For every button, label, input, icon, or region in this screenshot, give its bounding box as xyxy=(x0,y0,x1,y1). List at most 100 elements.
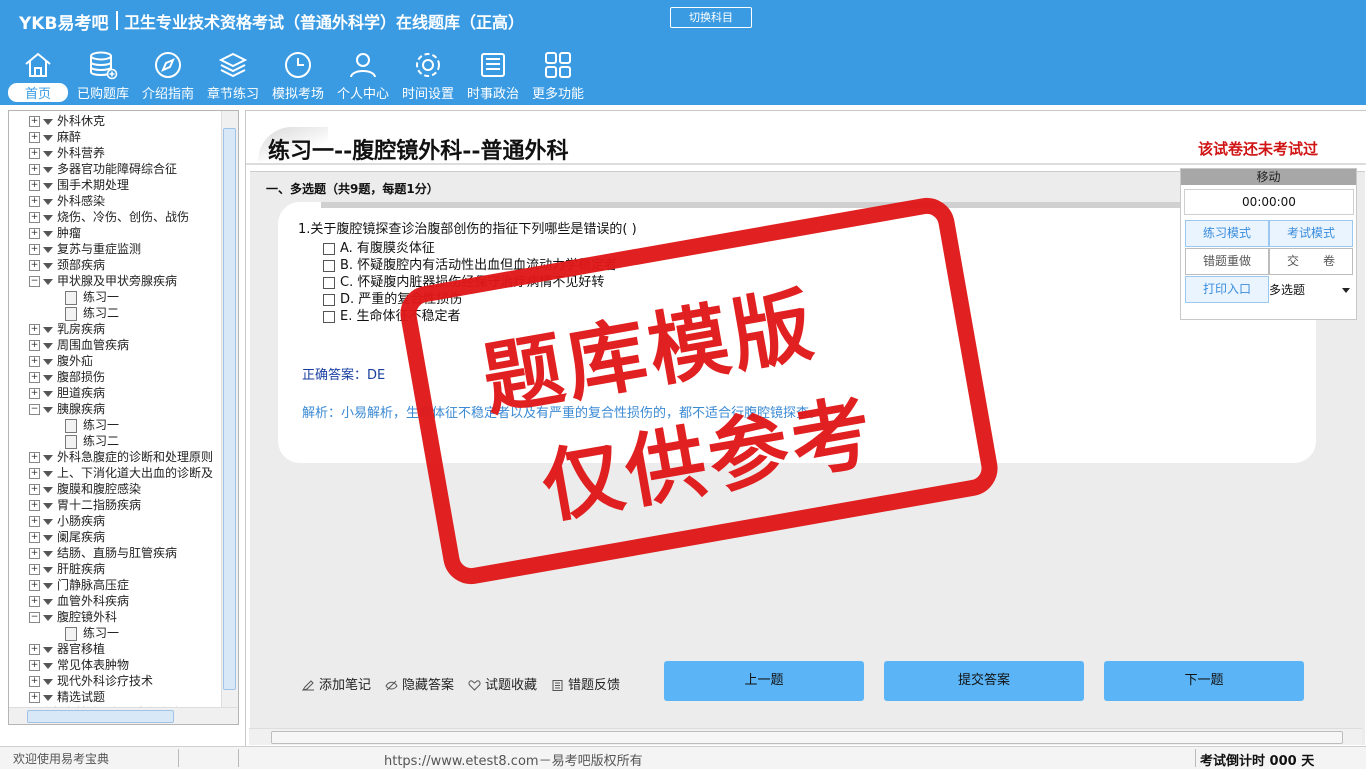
expand-icon[interactable]: + xyxy=(29,180,40,191)
nav-home[interactable]: 首页 xyxy=(8,46,68,104)
tree-node[interactable]: + 腹部损伤 xyxy=(29,369,105,385)
tree-node[interactable]: + 颈部疾病 xyxy=(29,257,105,273)
chapter-tree[interactable]: + 外科休克 + 麻醉 + 外科营养 + 多器官功能障碍综合征 + 围手术期处理 + 外科感染 + 烧伤、… xyxy=(8,110,239,725)
expand-icon[interactable]: + xyxy=(29,484,40,495)
submit-paper-button[interactable]: 交 卷 xyxy=(1269,248,1353,275)
switch-subject-button[interactable]: 切换科目 xyxy=(670,7,752,28)
redo-wrong-button[interactable]: 错题重做 xyxy=(1185,248,1269,275)
expand-icon[interactable]: + xyxy=(29,372,40,383)
add-note-link[interactable]: 添加笔记 xyxy=(302,674,371,693)
tree-node[interactable]: + 结肠、直肠与肛管疾病 xyxy=(29,545,177,561)
tree-node[interactable]: + 乳房疾病 xyxy=(29,321,105,337)
tree-node[interactable]: + 小肠疾病 xyxy=(29,513,105,529)
collapse-icon[interactable]: − xyxy=(29,276,40,287)
expand-icon[interactable]: + xyxy=(29,260,40,271)
tree-node[interactable]: + 腹外疝 xyxy=(29,353,93,369)
tree-node[interactable]: + 肝脏疾病 xyxy=(29,561,105,577)
expand-icon[interactable]: + xyxy=(29,532,40,543)
tree-node[interactable]: + 肿瘤 xyxy=(29,225,81,241)
nav-chapter-practice[interactable]: 章节练习 xyxy=(203,46,263,104)
nav-purchased[interactable]: 已购题库 xyxy=(73,46,133,104)
expand-icon[interactable]: + xyxy=(29,660,40,671)
expand-icon[interactable]: + xyxy=(29,548,40,559)
expand-icon[interactable]: + xyxy=(29,516,40,527)
expand-icon[interactable]: + xyxy=(29,580,40,591)
expand-icon[interactable]: + xyxy=(29,340,40,351)
move-handle[interactable]: 移动 xyxy=(1181,169,1356,185)
expand-icon[interactable]: + xyxy=(29,212,40,223)
question-type-select[interactable]: 多选题 xyxy=(1269,279,1353,301)
scroll-thumb[interactable] xyxy=(27,710,174,723)
tree-node[interactable]: − 胰腺疾病 xyxy=(29,401,105,417)
nav-more[interactable]: 更多功能 xyxy=(528,46,588,104)
expand-icon[interactable]: + xyxy=(29,132,40,143)
scroll-thumb[interactable] xyxy=(271,731,1343,744)
tree-node[interactable]: + 烧伤、冷伤、创伤、战伤 xyxy=(29,209,189,225)
tree-node[interactable]: + 围手术期处理 xyxy=(29,177,129,193)
next-question-button[interactable]: 下一题 xyxy=(1104,661,1304,701)
expand-icon[interactable]: + xyxy=(29,596,40,607)
exam-mode-button[interactable]: 考试模式 xyxy=(1269,220,1353,247)
checkbox[interactable] xyxy=(323,242,335,255)
tree-node[interactable]: + 外科急腹症的诊断和处理原则 xyxy=(29,449,213,465)
collapse-icon[interactable]: − xyxy=(29,404,40,415)
tree-node[interactable]: + 周围血管疾病 xyxy=(29,337,129,353)
scroll-thumb[interactable] xyxy=(223,128,236,690)
practice-mode-button[interactable]: 练习模式 xyxy=(1185,220,1269,247)
tree-node[interactable]: + 外科营养 xyxy=(29,145,105,161)
expand-icon[interactable]: + xyxy=(29,196,40,207)
expand-icon[interactable]: + xyxy=(29,388,40,399)
tree-leaf[interactable]: 练习一 xyxy=(65,289,119,305)
tree-node[interactable]: + 血管外科疾病 xyxy=(29,593,129,609)
tree-node[interactable]: + 多器官功能障碍综合征 xyxy=(29,161,177,177)
tree-node[interactable]: + 复苏与重症监测 xyxy=(29,241,141,257)
checkbox[interactable] xyxy=(323,310,335,323)
submit-answer-button[interactable]: 提交答案 xyxy=(884,661,1084,701)
nav-time-settings[interactable]: 时间设置 xyxy=(398,46,458,104)
tree-node[interactable]: + 外科感染 xyxy=(29,193,105,209)
expand-icon[interactable]: + xyxy=(29,164,40,175)
tree-leaf[interactable]: 练习二 xyxy=(65,305,119,321)
tree-node[interactable]: + 门静脉高压症 xyxy=(29,577,129,593)
expand-icon[interactable]: + xyxy=(29,692,40,703)
checkbox[interactable] xyxy=(323,259,335,272)
prev-question-button[interactable]: 上一题 xyxy=(664,661,864,701)
expand-icon[interactable]: + xyxy=(29,116,40,127)
tree-node[interactable]: − 腹腔镜外科 xyxy=(29,609,117,625)
expand-icon[interactable]: + xyxy=(29,244,40,255)
tree-node[interactable]: + 腹膜和腹腔感染 xyxy=(29,481,141,497)
expand-icon[interactable]: + xyxy=(29,676,40,687)
expand-icon[interactable]: + xyxy=(29,148,40,159)
expand-icon[interactable]: + xyxy=(29,644,40,655)
expand-icon[interactable]: + xyxy=(29,564,40,575)
main-horizontal-scrollbar[interactable] xyxy=(249,728,1362,745)
tree-node[interactable]: + 麻醉 xyxy=(29,129,81,145)
favorite-link[interactable]: 试题收藏 xyxy=(468,674,537,693)
nav-personal-center[interactable]: 个人中心 xyxy=(333,46,393,104)
tree-node[interactable]: + 阑尾疾病 xyxy=(29,529,105,545)
expand-icon[interactable]: + xyxy=(29,356,40,367)
tree-node[interactable]: + 精选试题 xyxy=(29,689,105,705)
nav-guide[interactable]: 介绍指南 xyxy=(138,46,198,104)
tree-node[interactable]: + 现代外科诊疗技术 xyxy=(29,673,153,689)
feedback-link[interactable]: 错题反馈 xyxy=(551,674,620,693)
checkbox[interactable] xyxy=(323,293,335,306)
collapse-icon[interactable]: − xyxy=(29,612,40,623)
checkbox[interactable] xyxy=(323,276,335,289)
tree-node[interactable]: + 上、下消化道大出血的诊断及 xyxy=(29,465,213,481)
tree-leaf[interactable]: 练习二 xyxy=(65,433,119,449)
hide-answer-link[interactable]: 隐藏答案 xyxy=(385,674,454,693)
expand-icon[interactable]: + xyxy=(29,452,40,463)
tree-leaf[interactable]: 练习一 xyxy=(65,625,119,641)
tree-node[interactable]: + 常见体表肿物 xyxy=(29,657,129,673)
nav-mock-exam[interactable]: 模拟考场 xyxy=(268,46,328,104)
expand-icon[interactable]: + xyxy=(29,228,40,239)
tree-node[interactable]: + 外科休克 xyxy=(29,113,105,129)
tree-leaf[interactable]: 练习一 xyxy=(65,417,119,433)
expand-icon[interactable]: + xyxy=(29,324,40,335)
tree-node[interactable]: + 胃十二指肠疾病 xyxy=(29,497,141,513)
tree-horizontal-scrollbar[interactable] xyxy=(9,707,238,724)
tree-node[interactable]: + 器官移植 xyxy=(29,641,105,657)
tree-node[interactable]: − 甲状腺及甲状旁腺疾病 xyxy=(29,273,177,289)
expand-icon[interactable]: + xyxy=(29,500,40,511)
